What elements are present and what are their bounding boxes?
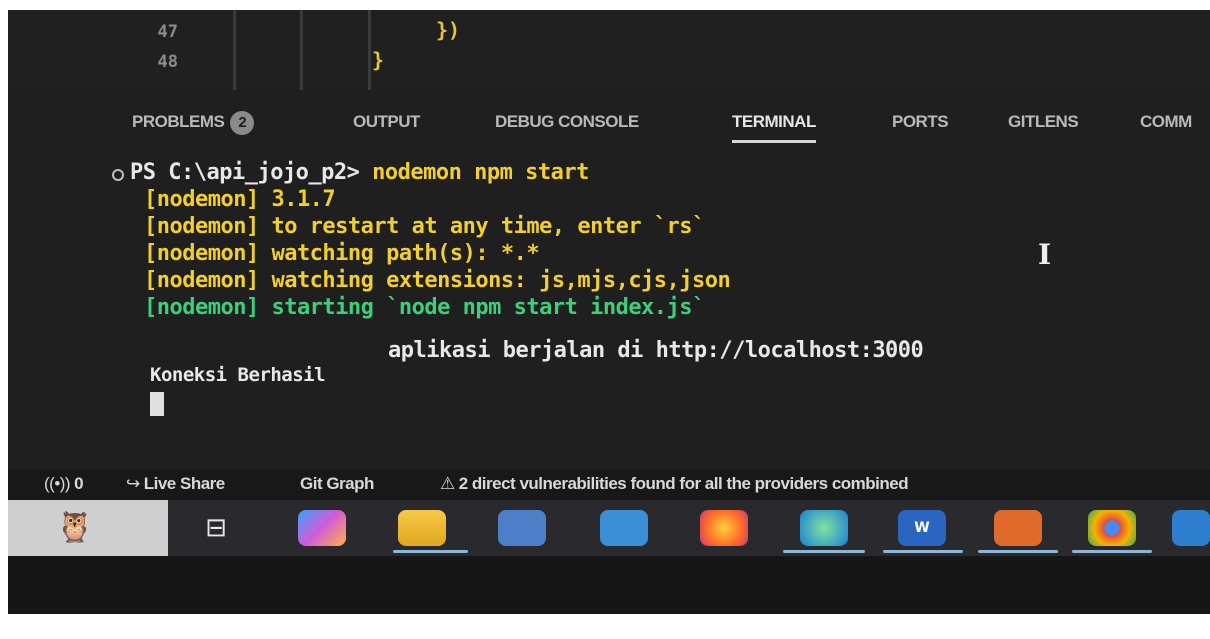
- firefox-icon[interactable]: [700, 510, 748, 546]
- tab-ports[interactable]: PORTS: [892, 104, 949, 140]
- tab-debug-console[interactable]: DEBUG CONSOLE: [495, 104, 639, 140]
- mail-icon[interactable]: [600, 510, 648, 546]
- tab-comments[interactable]: COMM: [1140, 104, 1192, 140]
- active-app-indicator: [1072, 550, 1152, 553]
- desktop-wallpaper-preview: 🦉: [8, 500, 168, 556]
- windows-taskbar: 🦉 ⊟ W: [8, 500, 1210, 556]
- terminal-cursor: [150, 392, 164, 416]
- microsoft-store-icon[interactable]: [498, 510, 546, 546]
- terminal-line: [nodemon] 3.1.7: [144, 187, 336, 212]
- active-app-indicator: [783, 550, 865, 553]
- monitor-bezel: [8, 556, 1210, 614]
- vulnerabilities-status[interactable]: ⚠ 2 direct vulnerabilities found for all …: [440, 474, 909, 494]
- code-line[interactable]: }): [436, 18, 460, 42]
- code-line[interactable]: }: [372, 48, 384, 72]
- task-view-icon[interactable]: ⊟: [192, 510, 240, 546]
- command-status-icon: [112, 169, 124, 181]
- tab-gitlens[interactable]: GITLENS: [1008, 104, 1079, 140]
- indent-guide: [233, 10, 236, 90]
- tab-problems[interactable]: PROBLEMS 2: [132, 104, 255, 140]
- owl-wallpaper-icon: 🦉: [56, 510, 94, 545]
- tab-output[interactable]: OUTPUT: [353, 104, 420, 140]
- git-graph-button[interactable]: Git Graph: [300, 474, 374, 494]
- monitor-screen: 47 }) 48 } PROBLEMS 2 OUTPUT DEBUG CONSOL…: [8, 10, 1210, 614]
- indent-guide: [368, 10, 371, 90]
- server-message: aplikasi berjalan di http://localhost:30…: [388, 338, 924, 363]
- line-number: 48: [157, 52, 178, 72]
- active-app-indicator: [393, 550, 468, 553]
- ports-status[interactable]: ((•)) 0: [44, 474, 84, 494]
- terminal-line: [nodemon] watching extensions: js,mjs,cj…: [144, 268, 731, 293]
- db-connection-message: Koneksi Berhasil: [150, 364, 326, 386]
- file-explorer-icon[interactable]: [398, 510, 446, 546]
- vulnerabilities-label: 2 direct vulnerabilities found for all t…: [458, 474, 909, 493]
- terminal-prompt: PS C:\api_jojo_p2>: [130, 160, 360, 185]
- terminal-line: [nodemon] to restart at any time, enter …: [144, 214, 705, 239]
- warning-icon: ⚠: [440, 474, 455, 493]
- terminal-line: [nodemon] starting `node npm start index…: [144, 295, 705, 320]
- tab-terminal[interactable]: TERMINAL: [732, 104, 816, 143]
- mouse-ibeam-cursor: I: [1038, 238, 1052, 271]
- active-app-indicator: [978, 550, 1058, 553]
- terminal-output[interactable]: PS C:\api_jojo_p2> nodemon npm start [no…: [8, 156, 1210, 456]
- live-share-icon: ↪: [126, 474, 140, 493]
- terminal-prompt-line: PS C:\api_jojo_p2> nodemon npm start: [130, 160, 589, 185]
- chrome-icon[interactable]: [1088, 510, 1136, 546]
- vscode-icon[interactable]: [1172, 510, 1210, 546]
- terminal-command: nodemon npm start: [372, 160, 589, 185]
- indent-guide: [300, 10, 303, 90]
- edge-icon[interactable]: [800, 510, 848, 546]
- word-icon[interactable]: W: [898, 510, 946, 546]
- line-number: 47: [157, 22, 178, 42]
- active-app-indicator: [883, 550, 963, 553]
- bottom-panel: PROBLEMS 2 OUTPUT DEBUG CONSOLE TERMINAL …: [8, 90, 1210, 470]
- panel-tabs: PROBLEMS 2 OUTPUT DEBUG CONSOLE TERMINAL …: [8, 104, 1210, 144]
- xampp-icon[interactable]: [994, 510, 1042, 546]
- copilot-icon[interactable]: [298, 510, 346, 546]
- code-editor[interactable]: 47 }) 48 }: [8, 10, 1210, 90]
- problems-count-badge: 2: [230, 110, 255, 135]
- terminal-line: [nodemon] watching path(s): *.*: [144, 241, 540, 266]
- tab-label: PROBLEMS: [132, 112, 225, 131]
- ports-count: 0: [74, 474, 84, 493]
- live-share-label: Live Share: [143, 474, 226, 493]
- antenna-icon: ((•)): [44, 474, 71, 493]
- status-bar: ((•)) 0 ↪ Live Share Git Graph ⚠ 2 direct v…: [8, 470, 1210, 500]
- live-share-button[interactable]: ↪ Live Share: [126, 474, 225, 494]
